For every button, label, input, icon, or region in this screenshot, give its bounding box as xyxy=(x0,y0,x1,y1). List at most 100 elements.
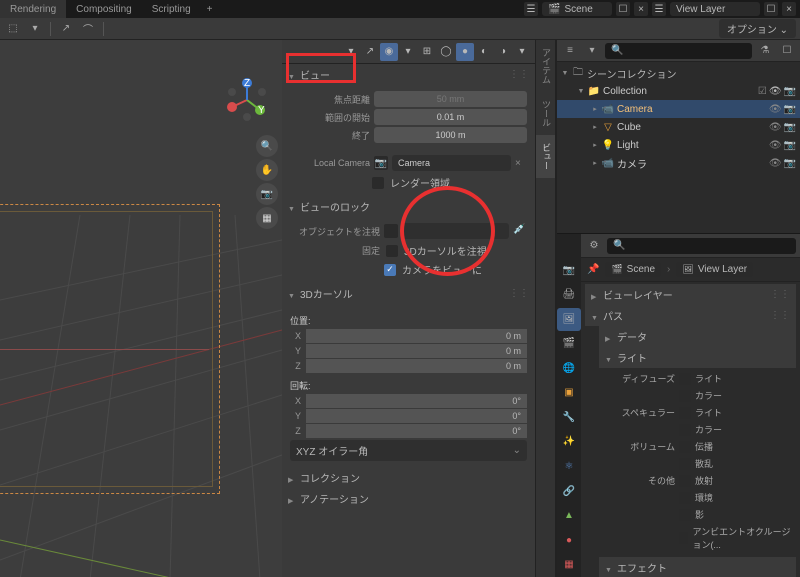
prop-tab-constraints[interactable]: 🔗 xyxy=(557,480,581,503)
tree-row[interactable]: ▸▽Cube👁📷 xyxy=(557,118,800,136)
pin-icon[interactable]: 📌 xyxy=(587,264,599,275)
chevron-icon[interactable]: ▸ xyxy=(591,105,599,113)
emission-checkbox[interactable] xyxy=(679,475,691,487)
overlays-icon[interactable]: ◉ xyxy=(380,43,398,61)
render-icon[interactable]: 📷 xyxy=(784,140,796,151)
chevron-icon[interactable]: ▸ xyxy=(591,159,599,167)
layer-browse-icon[interactable]: ☰ xyxy=(652,2,666,16)
panel-menu-icon[interactable]: ⋮⋮ xyxy=(770,289,790,300)
diffuse-color-checkbox[interactable] xyxy=(679,390,691,402)
n-tab-item[interactable]: アイテム xyxy=(536,40,555,92)
prop-tab-viewlayer[interactable]: 🖼 xyxy=(557,308,581,331)
tree-row[interactable]: ▼📁Collection☑👁📷 xyxy=(557,82,800,100)
render-icon[interactable]: 📷 xyxy=(784,104,796,115)
prop-tab-data[interactable]: ▲ xyxy=(557,504,581,527)
scene-browse-icon[interactable]: ☰ xyxy=(524,2,538,16)
chevron-icon[interactable]: ▼ xyxy=(577,88,585,95)
prop-tab-output[interactable]: 🖨 xyxy=(557,284,581,307)
prop-tab-particles[interactable]: ✨ xyxy=(557,431,581,454)
properties-editor-icon[interactable]: ⚙ xyxy=(585,237,603,255)
overlay-dd-icon[interactable]: ▾ xyxy=(399,43,417,61)
eyedropper-icon[interactable]: 💉 xyxy=(513,224,527,238)
prop-viewlayer-header[interactable]: ビューレイヤー⋮⋮ xyxy=(585,284,796,305)
camera-browse-icon[interactable]: 📷 xyxy=(374,156,388,170)
mode-icon[interactable]: ▾ xyxy=(26,20,44,38)
shading-dd-icon[interactable]: ▾ xyxy=(513,43,531,61)
3d-viewport[interactable]: Z Y 🔍 ✋ 📷 ▦ xyxy=(0,40,282,577)
clear-camera-icon[interactable]: × xyxy=(515,158,527,169)
filter-icon[interactable]: ⚗ xyxy=(756,42,774,60)
panel-menu-icon[interactable]: ⋮⋮ xyxy=(509,288,529,299)
prop-tab-material[interactable]: ● xyxy=(557,529,581,552)
local-camera-input[interactable]: Camera xyxy=(392,155,511,171)
panel-3dcursor-header[interactable]: 3Dカーソル ⋮⋮ xyxy=(282,283,535,304)
tree-row[interactable]: ▸📹カメラ👁📷 xyxy=(557,154,800,172)
prop-tab-texture[interactable]: ▦ xyxy=(557,553,581,576)
breadcrumb-layer[interactable]: 🖼 View Layer xyxy=(676,262,753,277)
specular-color-checkbox[interactable] xyxy=(679,424,691,436)
prop-tab-world[interactable]: 🌐 xyxy=(557,357,581,380)
material-preview-icon[interactable]: ◐ xyxy=(475,43,493,61)
hide-icon[interactable]: 👁 xyxy=(769,104,782,115)
tab-scripting[interactable]: Scripting xyxy=(142,0,201,18)
eye-icon[interactable]: 👁 xyxy=(769,86,782,97)
rendered-icon[interactable]: ◑ xyxy=(494,43,512,61)
prop-effects-header[interactable]: エフェクト xyxy=(599,557,796,577)
display-mode-icon[interactable]: ▾ xyxy=(583,42,601,60)
viewlayer-selector[interactable]: View Layer xyxy=(670,2,760,16)
render-region-checkbox[interactable] xyxy=(372,177,384,189)
move-icon[interactable]: ✋ xyxy=(256,159,278,181)
xray-icon[interactable]: ⊞ xyxy=(418,43,436,61)
render-icon[interactable]: 📷 xyxy=(784,158,796,169)
cursor-loc-y[interactable]: 0 m xyxy=(306,344,527,358)
layer-delete-button[interactable]: × xyxy=(782,2,796,16)
solid-icon[interactable]: ● xyxy=(456,43,474,61)
environment-checkbox[interactable] xyxy=(679,492,691,504)
hide-icon[interactable]: 👁 xyxy=(769,140,782,151)
options-dropdown[interactable]: オプション ⌄ xyxy=(719,19,796,38)
cursor-rot-y[interactable]: 0° xyxy=(306,409,527,423)
exclude-checkbox[interactable]: ☑ xyxy=(758,86,767,97)
chevron-down-icon[interactable]: ▼ xyxy=(561,70,569,77)
nav-gizmo[interactable]: Z Y xyxy=(220,75,265,120)
cursor-rot-x[interactable]: 0° xyxy=(306,394,527,408)
specular-light-checkbox[interactable] xyxy=(679,407,691,419)
add-workspace-tab[interactable]: + xyxy=(201,0,219,18)
perspective-toggle-icon[interactable]: ▦ xyxy=(256,207,278,229)
prop-tab-scene[interactable]: 🎬 xyxy=(557,333,581,356)
arc-icon[interactable]: ⌒ xyxy=(79,20,97,38)
cursor-loc-x[interactable]: 0 m xyxy=(306,329,527,343)
prop-tab-render[interactable]: 📷 xyxy=(557,259,581,282)
prop-light-header[interactable]: ライト xyxy=(599,347,796,368)
panel-annotations-header[interactable]: アノテーション xyxy=(282,488,535,509)
wireframe-icon[interactable]: ◯ xyxy=(437,43,455,61)
camera-view-icon[interactable]: 📷 xyxy=(256,183,278,205)
render-icon[interactable]: 📷 xyxy=(784,86,796,97)
diffuse-light-checkbox[interactable] xyxy=(679,373,691,385)
cursor-nav-icon[interactable]: ↗ xyxy=(57,20,75,38)
editor-type-icon[interactable]: ⬚ xyxy=(4,20,22,38)
breadcrumb-scene[interactable]: 🎬 Scene xyxy=(605,262,661,277)
chevron-icon[interactable]: ▸ xyxy=(591,141,599,149)
chevron-icon[interactable]: ▸ xyxy=(591,123,599,131)
clip-end-input[interactable]: 1000 m xyxy=(374,127,527,143)
prop-tab-object[interactable]: ▣ xyxy=(557,382,581,405)
gizmo-toggle-icon[interactable]: ↗ xyxy=(361,43,379,61)
volume-scatter-checkbox[interactable] xyxy=(679,458,691,470)
cursor-loc-z[interactable]: 0 m xyxy=(306,359,527,373)
hide-icon[interactable]: 👁 xyxy=(769,122,782,133)
outliner-editor-icon[interactable]: ≡ xyxy=(561,42,579,60)
camera-to-view-checkbox[interactable] xyxy=(384,264,396,276)
object-browse-icon[interactable] xyxy=(384,224,398,238)
volume-trans-checkbox[interactable] xyxy=(679,441,691,453)
prop-tab-modifiers[interactable]: 🔧 xyxy=(557,406,581,429)
tab-compositing[interactable]: Compositing xyxy=(66,0,142,18)
tree-row[interactable]: ▸📹Camera👁📷 xyxy=(557,100,800,118)
scene-selector[interactable]: 🎬 Scene xyxy=(542,2,612,16)
n-tab-tool[interactable]: ツール xyxy=(536,92,555,135)
zoom-icon[interactable]: 🔍 xyxy=(256,135,278,157)
prop-data-header[interactable]: データ xyxy=(599,326,796,347)
prop-tab-physics[interactable]: ⚛ xyxy=(557,455,581,478)
clip-start-input[interactable]: 0.01 m xyxy=(374,109,527,125)
scene-new-button[interactable]: ☐ xyxy=(616,2,630,16)
